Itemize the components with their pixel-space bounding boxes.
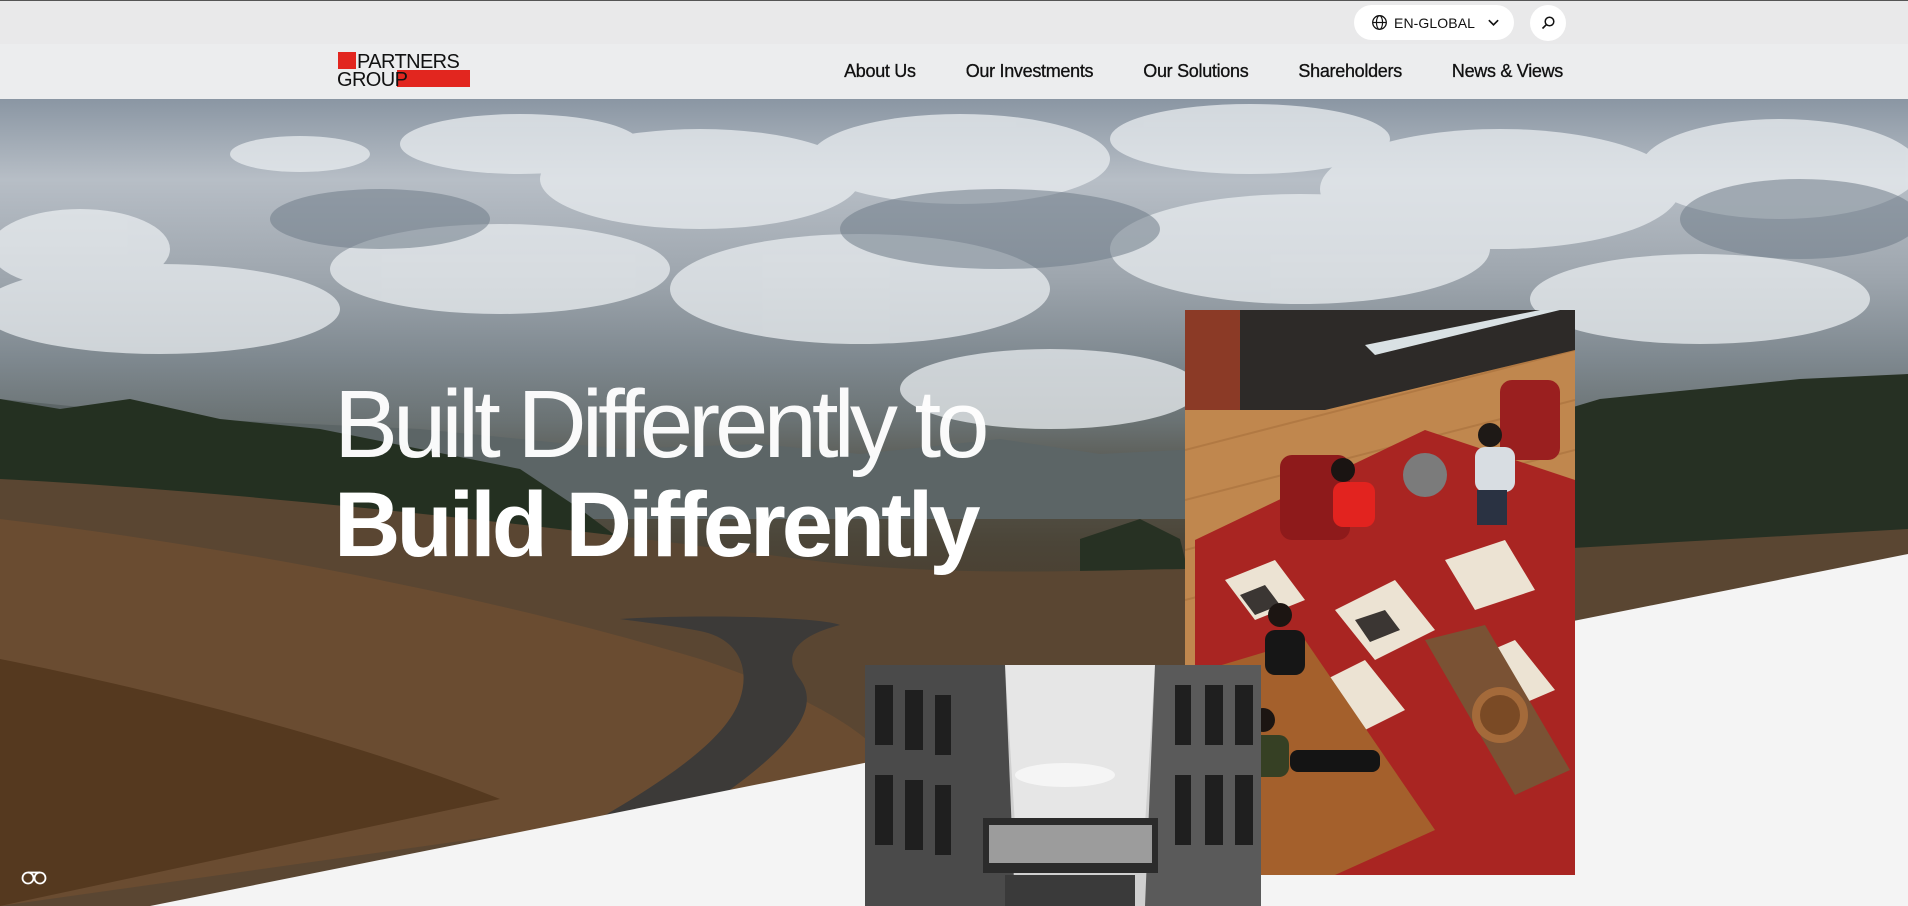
nav-item-our-solutions[interactable]: Our Solutions (1143, 61, 1249, 82)
search-button[interactable] (1530, 5, 1566, 41)
cookie-settings-icon (21, 871, 47, 885)
building-courtyard-photo (865, 665, 1261, 906)
main-navigation: PARTNERS GROUP About Us Our Investments … (0, 44, 1908, 99)
search-icon (1541, 16, 1555, 30)
nav-item-shareholders[interactable]: Shareholders (1298, 61, 1402, 82)
hero-headline: Built Differently to Build Differently (334, 371, 990, 576)
nav-item-news-views[interactable]: News & Views (1452, 61, 1564, 82)
hero-title-line2: Build Differently (334, 474, 980, 576)
language-label: EN-GLOBAL (1394, 14, 1476, 31)
utility-bar: EN-GLOBAL (0, 0, 1908, 44)
nav-item-about-us[interactable]: About Us (844, 61, 916, 82)
chevron-down-icon (1488, 19, 1499, 27)
svg-text:GROUP: GROUP (337, 69, 408, 88)
globe-icon (1372, 15, 1387, 30)
hero-title-line1: Built Differently to (334, 371, 990, 478)
partners-group-logo[interactable]: PARTNERS GROUP (337, 51, 471, 88)
language-selector[interactable]: EN-GLOBAL (1354, 5, 1514, 40)
nav-links: About Us Our Investments Our Solutions S… (844, 44, 1564, 99)
cookie-settings-button[interactable] (12, 862, 56, 894)
nav-item-our-investments[interactable]: Our Investments (966, 61, 1094, 82)
